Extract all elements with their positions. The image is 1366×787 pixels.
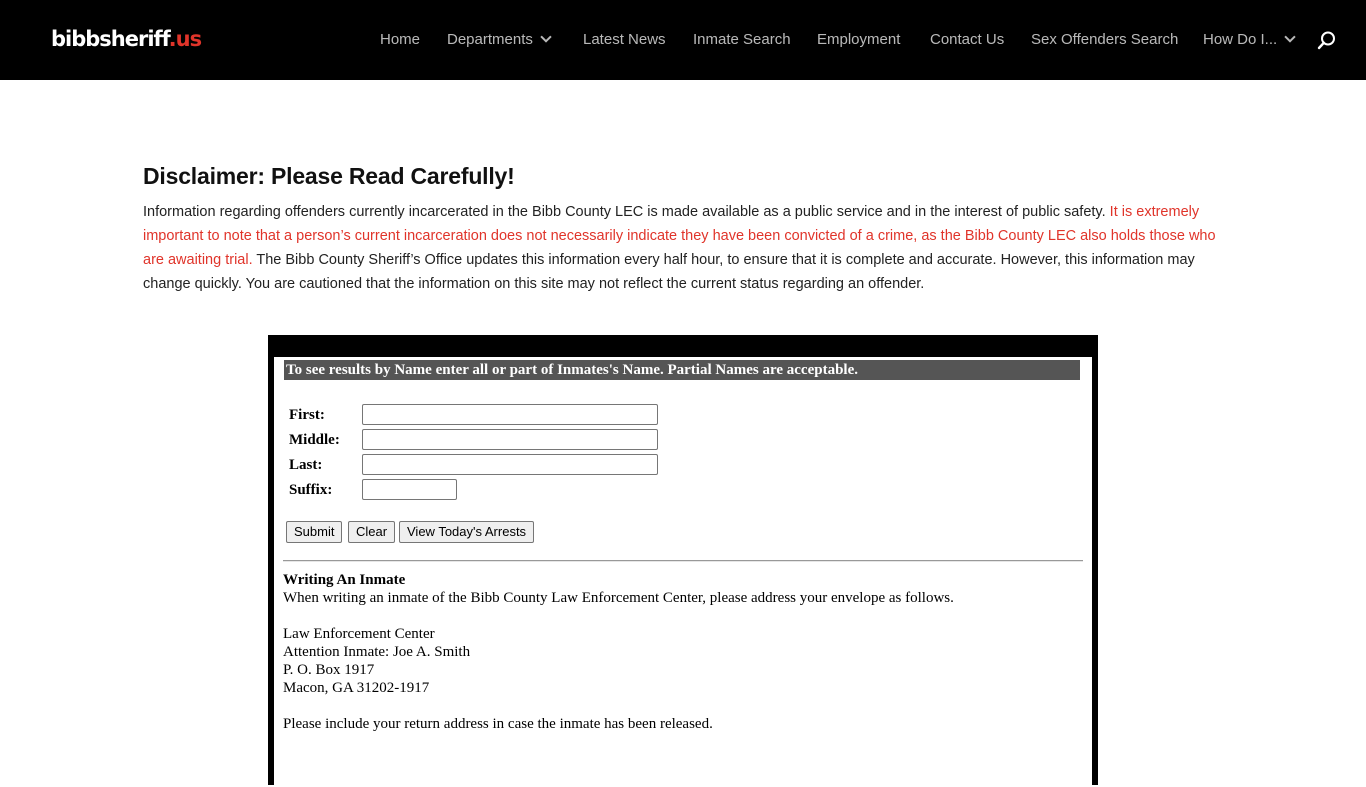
logo-main-text: bibbsheriff bbox=[51, 27, 170, 51]
writing-inmate-intro: When writing an inmate of the Bibb Count… bbox=[283, 590, 954, 606]
nav-home[interactable]: Home bbox=[380, 30, 420, 50]
return-address-note: Please include your return address in ca… bbox=[283, 716, 713, 732]
inmate-search-form: To see results by Name enter all or part… bbox=[274, 357, 1092, 787]
last-name-label: Last: bbox=[289, 457, 323, 473]
nav-inmate-search-label: Inmate Search bbox=[693, 31, 791, 48]
nav-departments[interactable]: Departments bbox=[447, 30, 552, 50]
site-header: bibbsheriff.us Home Departments Latest N… bbox=[0, 0, 1366, 80]
nav-home-label: Home bbox=[380, 31, 421, 48]
suffix-input[interactable] bbox=[362, 479, 457, 500]
disclaimer-text-part3: The Bibb County Sheriff’s Office updates… bbox=[143, 252, 1195, 292]
disclaimer-text: Information regarding offenders currentl… bbox=[143, 200, 1223, 296]
last-name-input[interactable] bbox=[362, 454, 658, 475]
disclaimer-title: Disclaimer: Please Read Carefully! bbox=[143, 163, 515, 189]
nav-contact-us[interactable]: Contact Us bbox=[930, 30, 1004, 50]
writing-inmate-title: Writing An Inmate bbox=[283, 572, 406, 588]
site-logo[interactable]: bibbsheriff.us bbox=[51, 24, 202, 54]
section-divider bbox=[283, 560, 1083, 562]
nav-latest-news-label: Latest News bbox=[583, 31, 666, 48]
logo-tld-text: .us bbox=[168, 27, 202, 51]
clear-button[interactable]: Clear bbox=[348, 521, 396, 543]
nav-latest-news[interactable]: Latest News bbox=[583, 30, 666, 50]
address-line: Law Enforcement Center bbox=[283, 626, 435, 642]
address-line: Macon, GA 31202-1917 bbox=[283, 680, 430, 696]
search-icon[interactable] bbox=[1316, 30, 1338, 52]
middle-name-label: Middle: bbox=[289, 432, 340, 448]
submit-button[interactable]: Submit bbox=[286, 521, 343, 543]
nav-employment-label: Employment bbox=[817, 31, 901, 48]
address-line: Attention Inmate: Joe A. Smith bbox=[283, 644, 471, 660]
suffix-label: Suffix: bbox=[289, 482, 333, 498]
nav-contact-us-label: Contact Us bbox=[930, 31, 1005, 48]
first-name-label: First: bbox=[289, 407, 325, 423]
nav-employment[interactable]: Employment bbox=[817, 30, 900, 50]
chevron-down-icon bbox=[1284, 31, 1296, 43]
nav-how-do-i-label: How Do I... bbox=[1203, 31, 1278, 48]
disclaimer-text-part1: Information regarding offenders currentl… bbox=[143, 204, 1110, 220]
nav-departments-label: Departments bbox=[447, 31, 533, 48]
inmate-search-panel: To see results by Name enter all or part… bbox=[268, 335, 1098, 787]
nav-how-do-i[interactable]: How Do I... bbox=[1203, 30, 1296, 50]
nav-sex-offenders-label: Sex Offenders Search bbox=[1031, 31, 1179, 48]
first-name-input[interactable] bbox=[362, 404, 658, 425]
middle-name-input[interactable] bbox=[362, 429, 658, 450]
search-instructions-header: To see results by Name enter all or part… bbox=[284, 360, 1080, 380]
nav-sex-offenders-search[interactable]: Sex Offenders Search bbox=[1031, 30, 1178, 50]
address-line: P. O. Box 1917 bbox=[283, 662, 375, 678]
chevron-down-icon bbox=[540, 31, 552, 43]
view-todays-arrests-button[interactable]: View Today's Arrests bbox=[399, 521, 535, 543]
nav-inmate-search[interactable]: Inmate Search bbox=[693, 30, 791, 50]
